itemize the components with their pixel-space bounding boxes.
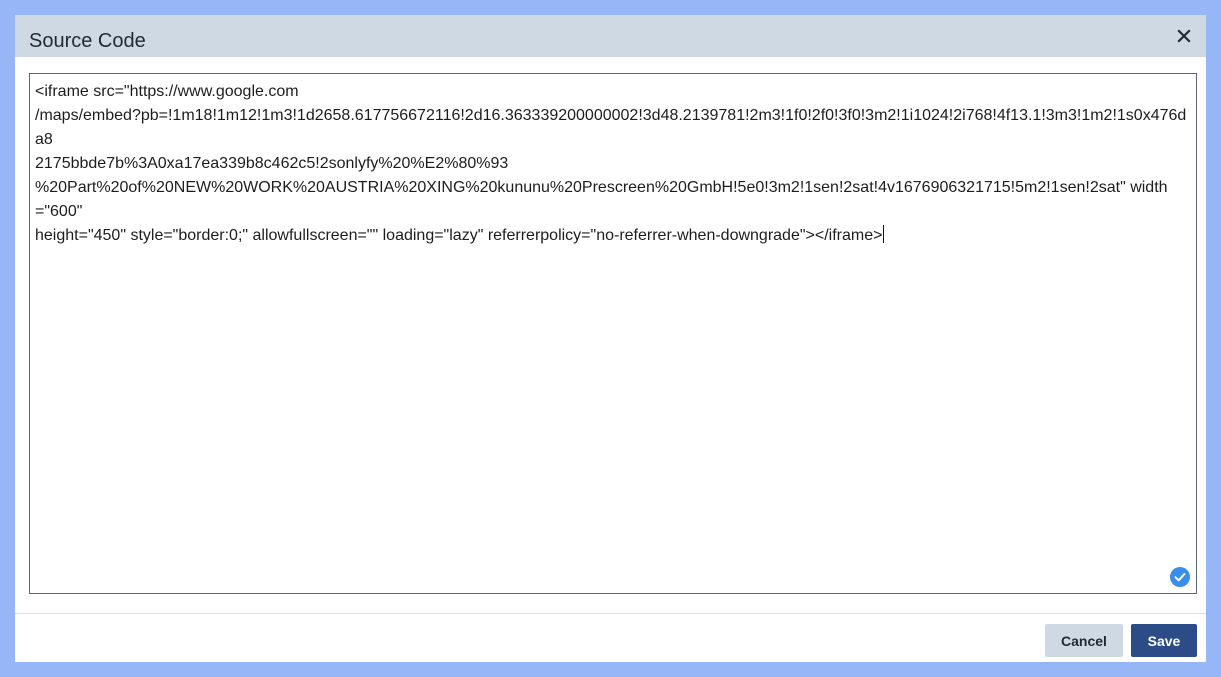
text-caret [883,225,885,243]
code-line: 2175bbde7b%3A0xa17ea339b8c462c5!2sonlyfy… [35,155,509,172]
footer-divider [15,613,1206,614]
source-code-content[interactable]: <iframe src="https://www.google.com /map… [35,80,1191,248]
save-button[interactable]: Save [1131,624,1197,657]
dialog-title: Source Code [29,30,146,52]
close-icon [1177,29,1191,43]
close-button[interactable] [1174,26,1194,46]
source-code-dialog: Source Code <iframe src="https://www.goo… [15,15,1206,662]
dialog-header: Source Code [15,15,1206,57]
code-line: /maps/embed?pb=!1m18!1m12!1m3!1d2658.617… [35,107,1187,148]
cancel-button[interactable]: Cancel [1045,624,1123,657]
code-line: %20Part%20of%20NEW%20WORK%20AUSTRIA%20XI… [35,179,1168,220]
source-code-textarea[interactable]: <iframe src="https://www.google.com /map… [29,73,1197,594]
check-circle-icon [1170,567,1190,587]
code-line: <iframe src="https://www.google.com [35,83,299,100]
code-line: height="450" style="border:0;" allowfull… [35,227,883,244]
